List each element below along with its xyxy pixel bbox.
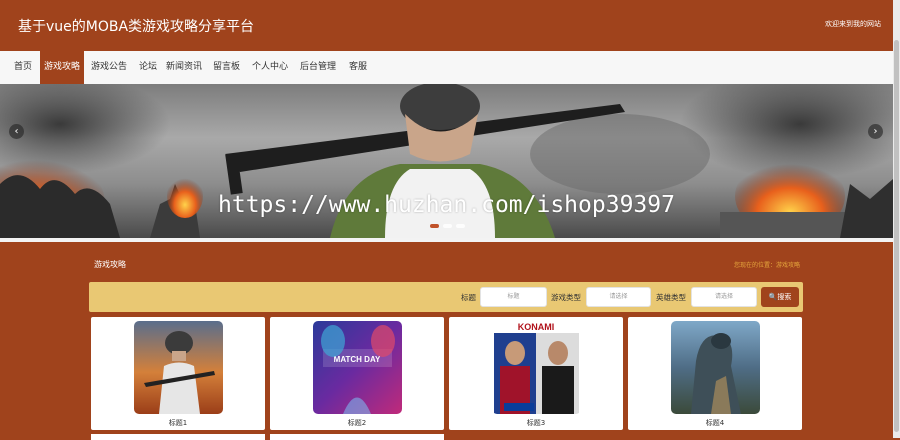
- site-title: 基于vue的MOBA类游戏攻略分享平台: [18, 19, 255, 35]
- game-type-select[interactable]: 请选择: [586, 287, 651, 307]
- hero-type-select[interactable]: 请选择: [691, 287, 757, 307]
- card-thumbnail: [671, 321, 760, 414]
- hero-type-label: 英雄类型: [656, 293, 686, 302]
- search-button-label: 搜索: [777, 293, 792, 301]
- nav-item-announcements[interactable]: 游戏公告: [91, 51, 127, 84]
- banner-watermark-text: https://www.huzhan.com/ishop39397: [218, 192, 675, 218]
- banner-dot-1[interactable]: [430, 224, 439, 228]
- breadcrumb: 您现在的位置：游戏攻略: [733, 262, 800, 269]
- banner-next-icon[interactable]: ›: [868, 124, 883, 139]
- nav-item-support[interactable]: 客服: [349, 51, 367, 84]
- main-nav: 首页 游戏攻略 游戏公告 论坛 新闻资讯 留言板 个人中心 后台管理 客服: [0, 51, 893, 85]
- guide-card-next-row: [91, 434, 265, 440]
- banner-dot-2[interactable]: [443, 224, 452, 228]
- card-title: 标题2: [347, 419, 367, 427]
- nav-item-message-board[interactable]: 留言板: [213, 51, 240, 84]
- card-thumbnail: KONAMI: [492, 321, 581, 414]
- welcome-text: 欢迎来到我的网站: [825, 20, 881, 28]
- svg-text:KONAMI: KONAMI: [518, 322, 555, 332]
- title-label: 标题: [461, 293, 476, 302]
- nav-item-forum[interactable]: 论坛: [139, 51, 157, 84]
- banner-carousel[interactable]: https://www.huzhan.com/ishop39397: [0, 84, 893, 238]
- card-title: 标题4: [705, 419, 725, 427]
- card-title: 标题3: [526, 419, 546, 427]
- guide-card[interactable]: 标题1: [91, 317, 265, 430]
- section-title: 游戏攻略: [94, 260, 126, 269]
- game-type-label: 游戏类型: [551, 293, 581, 302]
- nav-item-admin[interactable]: 后台管理: [300, 51, 336, 84]
- nav-item-profile[interactable]: 个人中心: [252, 51, 288, 84]
- guide-card[interactable]: 标题4: [628, 317, 802, 430]
- guide-card[interactable]: MATCH DAY 标题2: [270, 317, 444, 430]
- search-button[interactable]: 🔍搜索: [761, 287, 799, 307]
- nav-item-home[interactable]: 首页: [14, 51, 32, 84]
- scrollbar-thumb[interactable]: [894, 40, 899, 432]
- banner-prev-icon[interactable]: ‹: [9, 124, 24, 139]
- banner-dot-3[interactable]: [456, 224, 465, 228]
- card-thumbnail: MATCH DAY: [313, 321, 402, 414]
- guide-card[interactable]: KONAMI 标题3: [449, 317, 623, 430]
- site-header: 基于vue的MOBA类游戏攻略分享平台 欢迎来到我的网站: [0, 0, 893, 51]
- title-input[interactable]: 标题: [480, 287, 547, 307]
- banner-divider: [0, 238, 893, 242]
- nav-item-news[interactable]: 新闻资讯: [166, 51, 202, 84]
- guide-card-next-row: [270, 434, 444, 440]
- card-title: 标题1: [168, 419, 188, 427]
- card-thumbnail: [134, 321, 223, 414]
- svg-text:MATCH DAY: MATCH DAY: [334, 355, 381, 364]
- nav-item-game-guides[interactable]: 游戏攻略: [40, 51, 85, 84]
